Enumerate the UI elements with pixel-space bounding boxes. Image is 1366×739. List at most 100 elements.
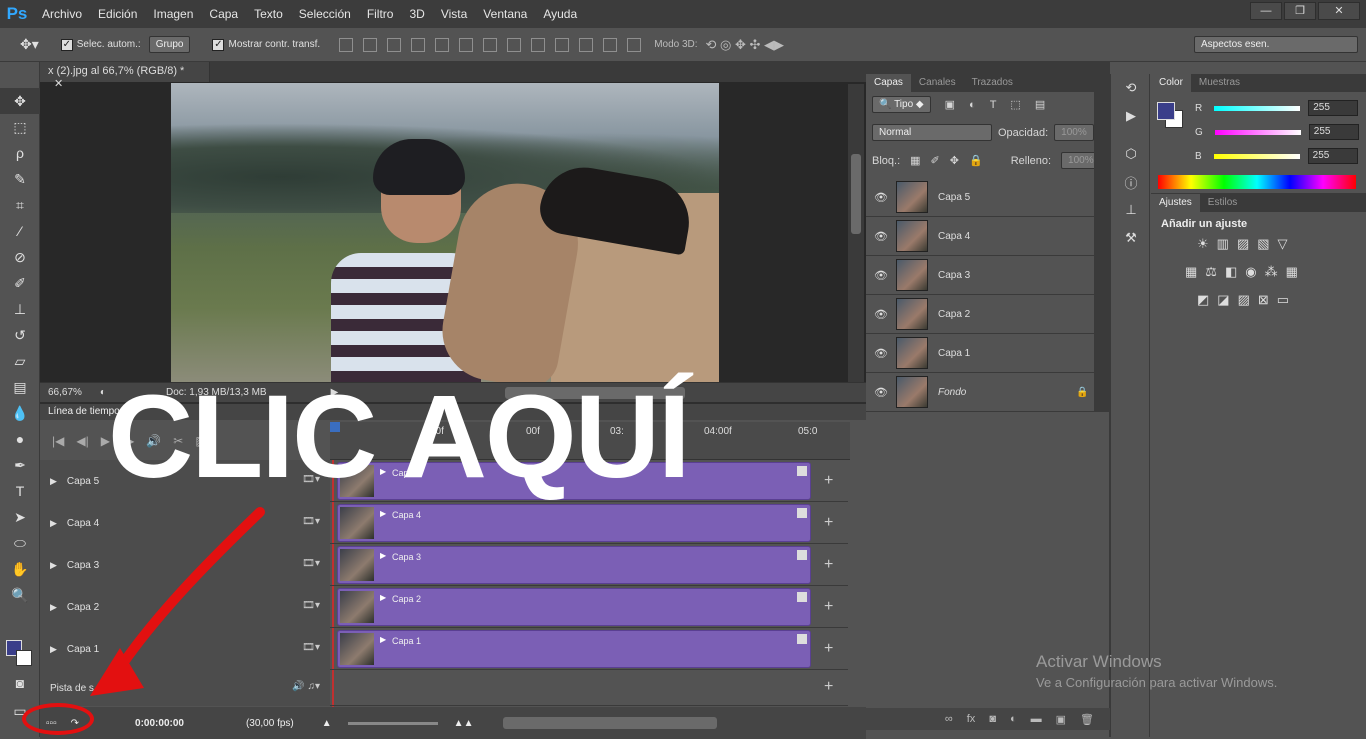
mode3d-icons[interactable]: ⟲ ◎ ✥ ✣ ◀▶ xyxy=(706,37,784,53)
fx-icon[interactable]: fx xyxy=(967,713,976,725)
move-tool-icon[interactable]: ✥▾ xyxy=(20,36,39,53)
align-left-icon[interactable] xyxy=(411,37,426,52)
align-hcenter-icon[interactable] xyxy=(435,37,450,52)
filter-image-icon[interactable]: ▣ xyxy=(945,98,955,111)
mask-icon[interactable]: ◙ xyxy=(989,713,996,725)
eye-icon[interactable]: 👁 xyxy=(866,269,896,282)
eye-icon[interactable]: 👁 xyxy=(866,386,896,399)
add-media-icon[interactable]: + xyxy=(824,556,833,574)
hand-tool-icon[interactable]: ✋ xyxy=(0,556,40,582)
levels-icon[interactable]: ▥ xyxy=(1217,236,1229,252)
gradient-tool-icon[interactable]: ▤ xyxy=(0,374,40,400)
layer-item[interactable]: 👁 Capa 5 xyxy=(866,178,1094,217)
b-slider[interactable] xyxy=(1213,153,1300,159)
add-media-icon[interactable]: + xyxy=(824,598,833,616)
clip-end-icon[interactable] xyxy=(797,592,807,602)
layer-item[interactable]: 👁 Capa 4 xyxy=(866,217,1094,256)
timeline-clip[interactable]: ▶ Capa 3 xyxy=(337,546,811,584)
r-slider[interactable] xyxy=(1214,105,1301,111)
marquee-tool-icon[interactable]: ⬚ xyxy=(0,114,40,140)
folder-icon[interactable]: ▬ xyxy=(1031,713,1042,725)
layer-item[interactable]: 👁 Fondo 🔒 xyxy=(866,373,1094,412)
tab-muestras[interactable]: Muestras xyxy=(1191,74,1248,92)
menu-3d[interactable]: 3D xyxy=(401,7,432,21)
exposure-icon[interactable]: ▧ xyxy=(1257,236,1269,252)
document-tab[interactable]: x (2).jpg al 66,7% (RGB/8) * ✕ xyxy=(40,62,210,90)
menu-imagen[interactable]: Imagen xyxy=(145,7,201,21)
b-value[interactable]: 255 xyxy=(1307,148,1358,164)
filter-text-icon[interactable]: T xyxy=(990,99,997,111)
minimize-button[interactable]: — xyxy=(1250,2,1282,20)
add-media-icon[interactable]: + xyxy=(824,640,833,658)
timeline-clip[interactable]: ▶ Capa 4 xyxy=(337,504,811,542)
menu-seleccion[interactable]: Selección xyxy=(291,7,359,21)
color-lookup-icon[interactable]: ▦ xyxy=(1286,264,1298,280)
history-icon[interactable]: ⟲ xyxy=(1111,74,1151,102)
prev-frame-icon[interactable]: ◀| xyxy=(76,434,88,448)
timeline-scrollbar[interactable] xyxy=(503,717,718,729)
zoom-in-mountain-icon[interactable]: ▲▲ xyxy=(454,718,474,729)
selective-color-icon[interactable]: ⊠ xyxy=(1258,292,1269,308)
menu-capa[interactable]: Capa xyxy=(201,7,246,21)
doc-info-icon[interactable]: ◐ xyxy=(100,387,106,398)
layer-filter-dropdown[interactable]: 🔍 Tipo ◆ xyxy=(872,96,931,113)
g-value[interactable]: 255 xyxy=(1308,124,1359,140)
filter-adjust-icon[interactable]: ◐ xyxy=(969,99,976,111)
align-vcenter-icon[interactable] xyxy=(363,37,378,52)
clip-end-icon[interactable] xyxy=(797,550,807,560)
distribute-right-icon[interactable] xyxy=(603,37,618,52)
quick-mask-icon[interactable]: ◙ xyxy=(0,670,40,696)
photo-filter-icon[interactable]: ◉ xyxy=(1245,264,1256,280)
filter-shape-icon[interactable]: ⬚ xyxy=(1010,98,1020,111)
vibrance-icon[interactable]: ▽ xyxy=(1278,236,1288,252)
expand-arrow-icon[interactable]: ▶ xyxy=(50,518,57,529)
align-top-icon[interactable] xyxy=(339,37,354,52)
tab-estilos[interactable]: Estilos xyxy=(1200,194,1245,212)
eye-icon[interactable]: 👁 xyxy=(866,347,896,360)
r-value[interactable]: 255 xyxy=(1308,100,1359,116)
auto-align-icon[interactable] xyxy=(627,37,642,52)
new-layer-icon[interactable]: ▣ xyxy=(1056,713,1066,726)
canvas-photo[interactable] xyxy=(171,83,719,383)
eye-icon[interactable]: 👁 xyxy=(866,230,896,243)
trash-icon[interactable]: 🗑 xyxy=(1080,713,1094,726)
lock-transparent-icon[interactable]: ▦ xyxy=(910,154,920,167)
layer-item[interactable]: 👁 Capa 1 xyxy=(866,334,1094,373)
background-color-swatch[interactable] xyxy=(16,650,32,666)
3d-icon[interactable]: ⬡ xyxy=(1111,140,1151,168)
close-tab-icon[interactable]: ✕ xyxy=(54,78,63,90)
color-spectrum[interactable] xyxy=(1158,175,1356,189)
opacity-field[interactable]: 100% xyxy=(1054,124,1094,141)
show-transform-checkbox[interactable]: ✓ xyxy=(212,38,225,51)
tool-presets-icon[interactable]: ⚒ xyxy=(1111,224,1151,252)
tab-ajustes[interactable]: Ajustes xyxy=(1151,194,1200,212)
menu-vista[interactable]: Vista xyxy=(433,7,475,21)
expand-arrow-icon[interactable]: ▶ xyxy=(50,644,57,655)
adjustment-layer-icon[interactable]: ◐ xyxy=(1010,713,1017,725)
eye-icon[interactable]: 👁 xyxy=(866,191,896,204)
quick-select-tool-icon[interactable]: ✎ xyxy=(0,166,40,192)
stamp-icon[interactable]: ⊥ xyxy=(1111,196,1151,224)
layer-item[interactable]: 👁 Capa 2 xyxy=(866,295,1094,334)
move-tool-icon[interactable]: ✥ xyxy=(0,88,40,114)
posterize-icon[interactable]: ◪ xyxy=(1217,292,1229,308)
history-brush-tool-icon[interactable]: ↺ xyxy=(0,322,40,348)
zoom-tool-icon[interactable]: 🔍 xyxy=(0,582,40,608)
link-icon[interactable]: ∞ xyxy=(945,713,953,725)
align-right-icon[interactable] xyxy=(459,37,474,52)
gradient-map-icon[interactable]: ▭ xyxy=(1277,292,1289,308)
first-frame-icon[interactable]: |◀ xyxy=(52,434,64,448)
curves-icon[interactable]: ▨ xyxy=(1237,236,1249,252)
lock-all-icon[interactable]: 🔒 xyxy=(969,154,983,167)
zoom-out-mountain-icon[interactable]: ▲ xyxy=(322,718,332,729)
balance-icon[interactable]: ⚖ xyxy=(1205,264,1217,280)
type-tool-icon[interactable]: T xyxy=(0,478,40,504)
lock-position-icon[interactable]: ✥ xyxy=(950,154,959,167)
blend-mode-dropdown[interactable]: Normal xyxy=(872,124,992,141)
eraser-tool-icon[interactable]: ▱ xyxy=(0,348,40,374)
brightness-icon[interactable]: ☀ xyxy=(1197,236,1209,252)
clip-end-icon[interactable] xyxy=(797,466,807,476)
tab-trazados[interactable]: Trazados xyxy=(964,74,1021,92)
close-button[interactable]: ✕ xyxy=(1318,2,1360,20)
tab-capas[interactable]: Capas xyxy=(866,74,911,92)
